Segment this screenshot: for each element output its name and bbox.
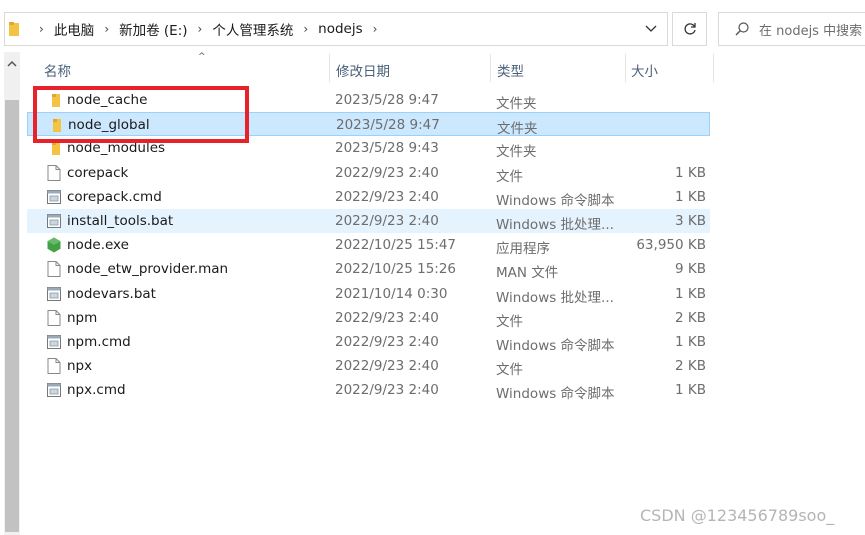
file-modified-date: 2023/5/28 9:47 (335, 92, 439, 108)
file-type: MAN 文件 (496, 265, 559, 282)
column-divider[interactable] (625, 54, 626, 82)
file-icon (47, 164, 61, 181)
file-name: corepack.cmd (67, 188, 162, 205)
file-type: Windows 命令脚本 (496, 338, 615, 354)
file-name: install_tools.bat (67, 213, 174, 229)
file-type: Windows 命令脚本 (496, 192, 615, 209)
file-row[interactable]: install_tools.bat 2022/9/23 2:40 Windows 批… (27, 209, 710, 233)
chevron-right-icon[interactable]: › (104, 22, 109, 36)
file-size: 2 KB (675, 309, 706, 326)
file-size: 1 KB (675, 188, 706, 205)
file-name: node_etw_provider.man (67, 261, 229, 278)
script-icon (47, 382, 61, 398)
file-size: 1 KB (675, 334, 706, 350)
column-divider[interactable] (490, 54, 491, 82)
sort-ascending-icon: ^ (198, 52, 206, 62)
file-modified-date: 2022/10/25 15:47 (335, 237, 457, 254)
file-type: 文件夹 (497, 121, 538, 138)
file-row[interactable]: corepack 2022/9/23 2:40 文件 1 KB (27, 161, 710, 185)
file-modified-date: 2022/9/23 2:40 (335, 358, 439, 375)
file-name: node.exe (67, 237, 129, 254)
file-size: 1 KB (675, 164, 706, 181)
file-icon (47, 261, 61, 278)
refresh-button[interactable] (672, 12, 707, 46)
search-box[interactable]: 在 nodejs 中搜索 (718, 12, 865, 46)
chevron-right-icon[interactable]: › (39, 22, 44, 36)
node-exe-icon (47, 237, 61, 253)
file-row[interactable]: npm.cmd 2022/9/23 2:40 Windows 命令脚本 1 KB (27, 330, 710, 354)
file-row[interactable]: npx.cmd 2022/9/23 2:40 Windows 命令脚本 1 KB (27, 378, 710, 402)
file-type: Windows 批处理... (496, 217, 614, 233)
file-modified-date: 2022/9/23 2:40 (335, 213, 439, 229)
chevron-right-icon[interactable]: › (303, 22, 308, 36)
file-type: 文件 (496, 168, 523, 185)
column-header-type[interactable]: 类型 (497, 58, 524, 86)
search-placeholder[interactable]: 在 nodejs 中搜索 (759, 20, 862, 39)
watermark-text: CSDN @123456789soo_ (640, 506, 835, 525)
file-row[interactable]: node_etw_provider.man 2022/10/25 15:26 MAN… (27, 257, 710, 281)
chevron-down-icon[interactable] (645, 22, 657, 34)
column-divider[interactable] (713, 54, 714, 82)
script-icon (47, 334, 61, 350)
file-icon (47, 309, 61, 326)
chevron-right-icon[interactable]: › (198, 22, 203, 36)
file-size: 63,950 KB (636, 237, 706, 254)
file-row[interactable]: node.exe 2022/10/25 15:47 应用程序 63,950 KB (27, 233, 710, 257)
file-size: 2 KB (675, 358, 706, 375)
file-name: nodevars.bat (67, 285, 156, 302)
file-size: 9 KB (675, 261, 706, 278)
file-size: 3 KB (675, 213, 706, 229)
refresh-icon (683, 23, 696, 35)
folder-icon (9, 22, 19, 36)
file-modified-date: 2022/9/23 2:40 (335, 334, 439, 350)
breadcrumb-this-pc[interactable]: 此电脑 (54, 19, 95, 39)
file-name: corepack (67, 164, 129, 181)
scrollbar-thumb[interactable] (5, 100, 19, 532)
file-type: 文件夹 (496, 96, 537, 112)
column-divider[interactable] (329, 54, 330, 82)
script-icon (47, 213, 61, 229)
script-icon (47, 286, 61, 302)
file-type: 文件 (496, 362, 523, 379)
file-size: 1 KB (675, 382, 706, 399)
column-header-size[interactable]: 大小 (631, 58, 658, 86)
script-icon (47, 189, 61, 205)
file-size: 1 KB (675, 285, 706, 302)
file-modified-date: 2023/5/28 9:47 (336, 117, 440, 134)
file-name: npm.cmd (67, 334, 131, 350)
file-modified-date: 2022/9/23 2:40 (335, 164, 439, 181)
breadcrumb-nodejs[interactable]: nodejs (318, 21, 362, 37)
file-icon (47, 358, 61, 375)
scroll-up-icon[interactable] (7, 60, 17, 68)
file-modified-date: 2021/10/14 0:30 (335, 285, 448, 302)
file-modified-date: 2022/10/25 15:26 (335, 261, 457, 278)
file-modified-date: 2023/5/28 9:43 (335, 140, 439, 157)
search-icon (735, 22, 749, 36)
file-row[interactable]: npx 2022/9/23 2:40 文件 2 KB (27, 354, 710, 378)
chevron-right-icon[interactable]: › (373, 22, 378, 36)
file-type: 文件 (496, 313, 523, 330)
file-modified-date: 2022/9/23 2:40 (335, 188, 439, 205)
file-type: 文件夹 (496, 144, 537, 161)
column-header-row: ^ 名称 修改日期 类型 大小 (20, 52, 720, 82)
address-toolbar: › 此电脑 › 新加卷 (E:) › 个人管理系统 › nodejs › 在 n… (0, 0, 865, 52)
column-header-date[interactable]: 修改日期 (336, 58, 390, 86)
file-name: npx (67, 358, 93, 375)
file-type: Windows 命令脚本 (496, 386, 615, 403)
column-header-name[interactable]: 名称 (44, 58, 71, 86)
file-modified-date: 2022/9/23 2:40 (335, 382, 439, 399)
annotation-highlight-box (33, 86, 249, 143)
breadcrumb-drive-e[interactable]: 新加卷 (E:) (119, 19, 187, 39)
file-row[interactable]: npm 2022/9/23 2:40 文件 2 KB (27, 306, 710, 330)
file-modified-date: 2022/9/23 2:40 (335, 309, 439, 326)
breadcrumb-folder[interactable]: 个人管理系统 (212, 19, 293, 39)
file-name: npx.cmd (67, 382, 126, 399)
vertical-scrollbar[interactable] (4, 52, 20, 535)
file-type: 应用程序 (496, 241, 550, 258)
file-name: npm (67, 309, 98, 326)
file-row[interactable]: corepack.cmd 2022/9/23 2:40 Windows 命令脚本 1 … (27, 185, 710, 209)
file-row[interactable]: nodevars.bat 2021/10/14 0:30 Windows 批处理..… (27, 282, 710, 306)
file-type: Windows 批处理... (496, 289, 614, 306)
address-bar[interactable]: › 此电脑 › 新加卷 (E:) › 个人管理系统 › nodejs › (4, 12, 668, 46)
